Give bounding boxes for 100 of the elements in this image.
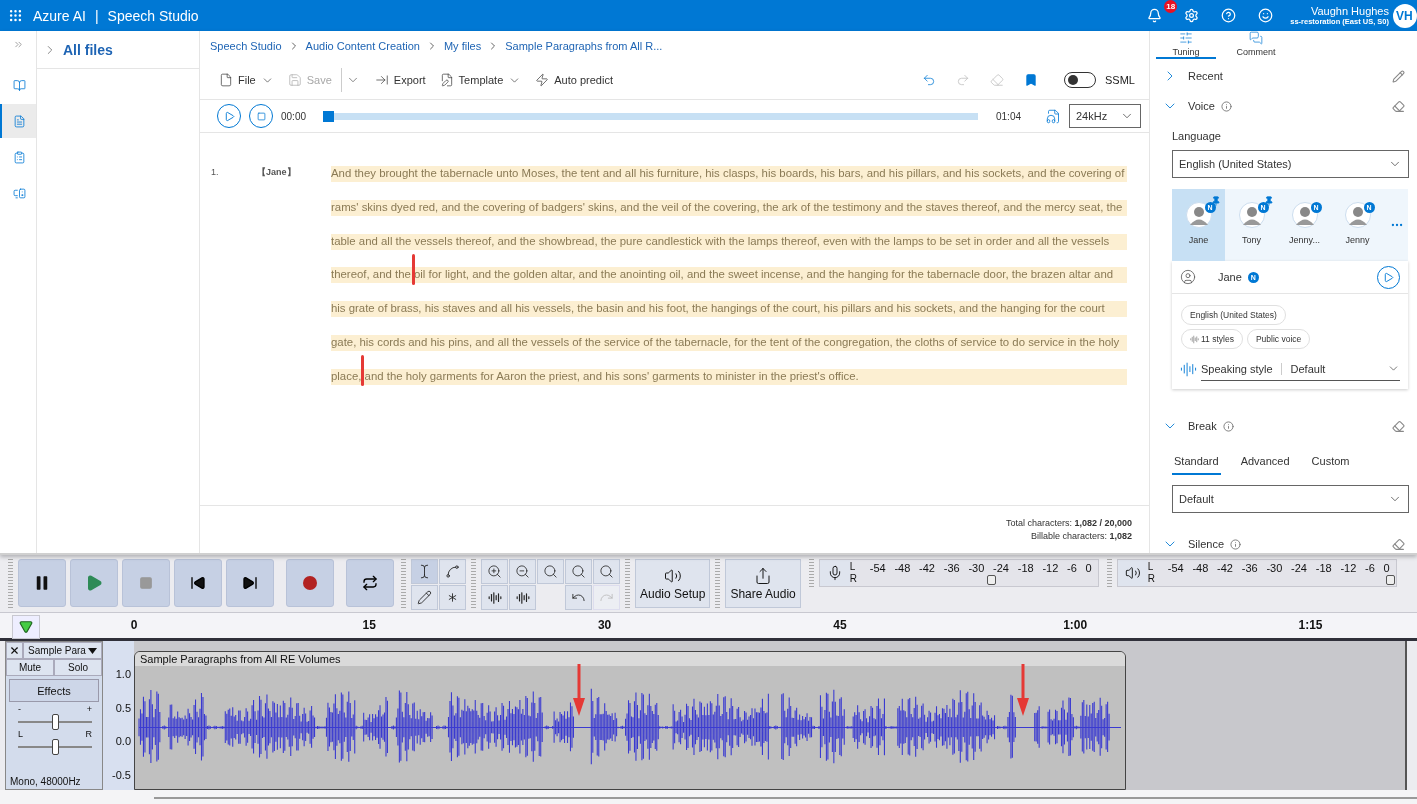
audio-setup-button[interactable]: Audio Setup: [635, 559, 711, 608]
eraser-icon[interactable]: [1392, 419, 1405, 433]
zoom-toggle-button[interactable]: [593, 559, 620, 584]
breadcrumb-link[interactable]: My files: [443, 40, 482, 52]
loop-button[interactable]: [346, 559, 394, 607]
slider-thumb[interactable]: [52, 714, 59, 730]
info-icon: [1220, 100, 1232, 112]
meter-button[interactable]: [1117, 560, 1148, 586]
character-count: Total characters: 1,082 / 20,000: [1005, 518, 1132, 528]
eraser-icon[interactable]: [1392, 99, 1405, 113]
axis-label: 0.0: [115, 735, 131, 747]
timeline-ruler[interactable]: 0 15 30 45 1:00 1:15: [0, 613, 1417, 641]
ruler-label: 30: [597, 618, 612, 632]
section-title: Recent: [1188, 70, 1223, 82]
break-select[interactable]: Default: [1172, 485, 1409, 513]
tool-button[interactable]: [411, 585, 438, 610]
speaking-style-select[interactable]: Speaking style Default: [1201, 357, 1400, 381]
stop-icon: [256, 111, 266, 121]
zoom-out-button[interactable]: [509, 559, 536, 584]
settings-button[interactable]: [1184, 8, 1200, 23]
play-head-button[interactable]: [12, 615, 40, 639]
breadcrumb-link[interactable]: Speech Studio: [210, 40, 282, 52]
bookmark-icon[interactable]: [1024, 73, 1039, 87]
eraser-icon[interactable]: [1392, 537, 1405, 551]
language-select[interactable]: English (United States): [1172, 150, 1409, 178]
marker-line: [412, 254, 415, 285]
audio-clip[interactable]: Sample Paragraphs from All RE Volumes: [134, 651, 1126, 790]
zoom-in-icon: [487, 564, 502, 579]
nav-button[interactable]: [0, 104, 36, 138]
meter-button[interactable]: [819, 560, 850, 586]
total-time: 01:04: [996, 110, 1023, 122]
progress-thumb[interactable]: [323, 110, 334, 122]
breadcrumb-link[interactable]: Sample Paragraphs from All R...: [505, 40, 663, 52]
tool-button[interactable]: [439, 559, 466, 584]
section-title: Silence: [1188, 538, 1225, 550]
waveform-icon: [487, 590, 502, 605]
toolbar-button[interactable]: Auto predict: [530, 73, 618, 87]
break-tab[interactable]: Custom: [1309, 451, 1352, 475]
ruler-label: 1:00: [1063, 618, 1088, 632]
slider-thumb[interactable]: [52, 739, 59, 755]
meter-slider-thumb[interactable]: [986, 575, 996, 585]
app-launcher-icon[interactable]: [8, 8, 23, 23]
ruler-label: 0: [130, 618, 138, 632]
record-button[interactable]: [286, 559, 334, 607]
speaker-icon: [663, 566, 682, 585]
breadcrumb-link[interactable]: Audio Content Creation: [305, 40, 420, 52]
play-button[interactable]: [217, 104, 241, 128]
triangle-icon: [19, 620, 33, 634]
section-title: Break: [1188, 420, 1217, 432]
help-button[interactable]: [1221, 8, 1237, 23]
fit-project-button[interactable]: [565, 559, 592, 584]
meter-slider-thumb[interactable]: [1386, 575, 1396, 585]
trim-button[interactable]: [481, 585, 508, 610]
skip-end-button[interactable]: [226, 559, 274, 607]
fit-selection-button[interactable]: [537, 559, 564, 584]
notifications-button[interactable]: [1147, 8, 1163, 23]
silence-button[interactable]: [509, 585, 536, 610]
monitor-icon: [12, 186, 26, 200]
feedback-button[interactable]: [1258, 8, 1274, 23]
info-icon: [1222, 420, 1234, 432]
horizontal-scrollbar[interactable]: [154, 797, 1417, 799]
share-icon: [754, 566, 773, 585]
ssml-toggle[interactable]: [1064, 72, 1097, 88]
effects-button[interactable]: Effects: [9, 679, 99, 702]
pause-button[interactable]: [18, 559, 66, 607]
field-label: Language: [1172, 130, 1222, 142]
meter-scale-label: -24: [1291, 562, 1307, 574]
play-icon: [1383, 271, 1394, 283]
stop-button[interactable]: [249, 104, 273, 128]
meter-scale-label: -24: [993, 562, 1009, 574]
ruler-label: 1:15: [1298, 618, 1323, 632]
tool-button[interactable]: [439, 585, 466, 610]
panel-tab[interactable]: Comment: [1226, 31, 1286, 59]
play-button[interactable]: [1377, 265, 1400, 289]
toolbar-button[interactable]: File: [214, 73, 279, 87]
solo-button[interactable]: Solo: [54, 659, 102, 676]
share-audio-button[interactable]: Share Audio: [725, 559, 801, 608]
notification-count: 18: [1164, 0, 1178, 13]
track-name-menu[interactable]: Sample Para: [23, 642, 102, 659]
tool-button[interactable]: [411, 559, 438, 584]
break-tab[interactable]: Advanced: [1238, 451, 1292, 475]
pencil-icon[interactable]: [1392, 69, 1405, 83]
voice-name: Jane: [1218, 271, 1242, 283]
skip-start-button[interactable]: [174, 559, 222, 607]
loop-icon: [362, 575, 378, 591]
magnifier-icon: [543, 564, 558, 579]
caret-icon: [87, 647, 97, 654]
mute-button[interactable]: Mute: [6, 659, 54, 676]
undo-button[interactable]: [565, 585, 592, 610]
info-icon: [1230, 538, 1242, 550]
toolbar-button[interactable]: Template: [434, 73, 527, 87]
panel-tab[interactable]: Tuning: [1156, 31, 1216, 59]
sample-rate-select[interactable]: 24kHz: [1069, 104, 1141, 128]
undo-icon[interactable]: [922, 73, 937, 87]
break-tab[interactable]: Standard: [1172, 451, 1221, 475]
toolbar-button[interactable]: Export: [369, 73, 431, 87]
zoom-in-button[interactable]: [481, 559, 508, 584]
progress-track[interactable]: [323, 112, 978, 120]
audio-file-icon[interactable]: [1046, 108, 1061, 124]
user-avatar[interactable]: VH: [1393, 3, 1417, 28]
